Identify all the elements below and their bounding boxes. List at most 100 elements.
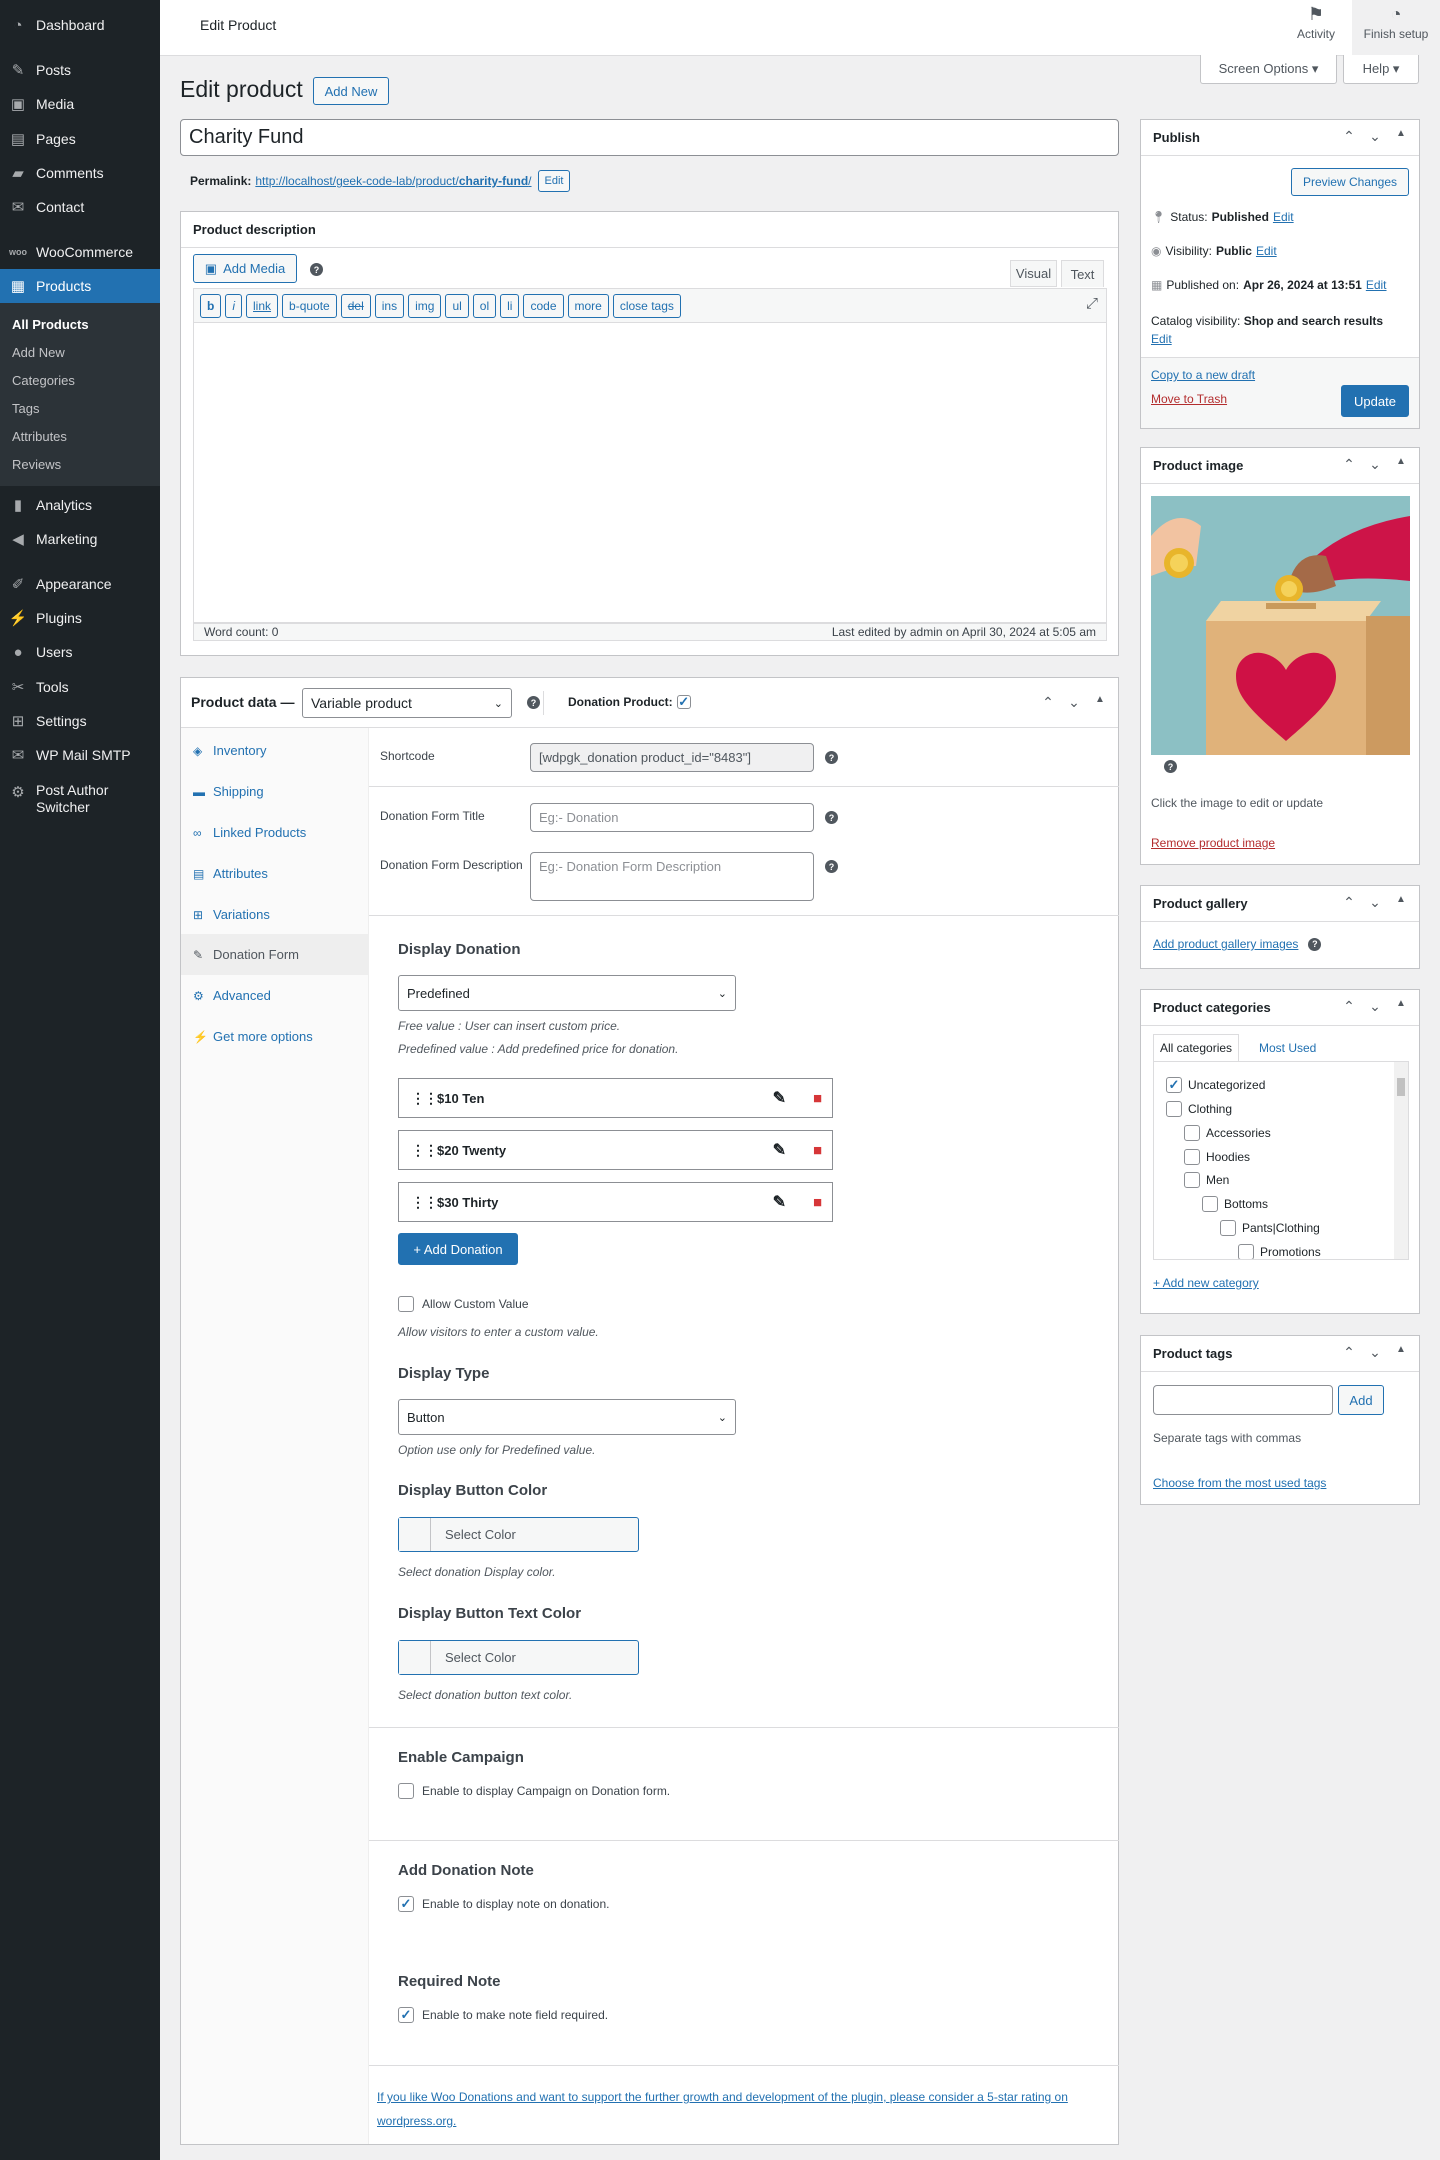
- chevron-up-icon[interactable]: ⌃: [1339, 1344, 1359, 1361]
- sidebar-item-dashboard[interactable]: ◔ Dashboard: [0, 8, 160, 42]
- help-icon[interactable]: ?: [527, 696, 540, 709]
- qt-ul[interactable]: ul: [445, 293, 469, 318]
- chevron-down-icon[interactable]: ⌄: [1365, 894, 1385, 911]
- tab-variations[interactable]: ⊞ Variations: [181, 894, 369, 935]
- submenu-add-new[interactable]: Add New: [12, 345, 65, 360]
- help-icon[interactable]: ?: [1164, 760, 1177, 773]
- sidebar-item-post-author-switcher[interactable]: ⚙ Post Author Switcher: [0, 782, 160, 822]
- move-to-trash-link[interactable]: Move to Trash: [1151, 392, 1227, 406]
- chevron-down-icon[interactable]: ⌄: [1365, 456, 1385, 473]
- qt-i[interactable]: i: [225, 293, 243, 318]
- catalog-edit-link[interactable]: Edit: [1151, 332, 1172, 346]
- sidebar-item-woocommerce[interactable]: woo WooCommerce: [0, 235, 160, 269]
- tab-shipping[interactable]: ▬ Shipping: [181, 771, 369, 812]
- qt-ins[interactable]: ins: [374, 293, 405, 318]
- allow-custom-checkbox[interactable]: [398, 1296, 414, 1312]
- tab-all-categories[interactable]: All categories: [1153, 1034, 1240, 1061]
- help-icon[interactable]: ?: [825, 811, 838, 824]
- sidebar-item-analytics[interactable]: ▮ Analytics: [0, 488, 160, 522]
- add-media-button[interactable]: ▣ Add Media: [193, 254, 297, 283]
- pencil-icon[interactable]: ✎: [773, 1140, 786, 1160]
- permalink-link[interactable]: http://localhost/geek-code-lab/product/c…: [255, 174, 531, 188]
- note-checkbox[interactable]: ✓: [398, 1896, 414, 1912]
- sidebar-item-settings[interactable]: ⊞ Settings: [0, 704, 160, 738]
- tab-inventory[interactable]: ◈ Inventory: [181, 730, 369, 771]
- category-item[interactable]: Pants|Clothing: [1220, 1220, 1320, 1236]
- category-checkbox[interactable]: [1238, 1244, 1254, 1259]
- fullscreen-icon[interactable]: ⤢: [1086, 295, 1098, 312]
- product-image[interactable]: [1151, 496, 1410, 755]
- form-title-input[interactable]: Eg:- Donation: [530, 803, 814, 832]
- qt-del[interactable]: del: [340, 293, 371, 318]
- toggle-arrow-icon[interactable]: ▲: [1090, 694, 1110, 711]
- chevron-up-icon[interactable]: ⌃: [1339, 456, 1359, 473]
- scrollbar[interactable]: [1394, 1062, 1408, 1259]
- sidebar-item-tools[interactable]: ✂ Tools: [0, 670, 160, 704]
- toggle-arrow-icon[interactable]: ▲: [1391, 128, 1411, 145]
- category-item[interactable]: Accessories: [1184, 1125, 1271, 1141]
- drag-handle-icon[interactable]: ⋮⋮: [411, 1195, 438, 1209]
- button-color-picker[interactable]: Select Color: [398, 1517, 639, 1552]
- tab-get-more-options[interactable]: ⚡ Get more options: [181, 1016, 369, 1057]
- chevron-down-icon[interactable]: ⌄: [1365, 998, 1385, 1015]
- sidebar-item-pages[interactable]: ▤ Pages: [0, 122, 160, 156]
- chevron-down-icon[interactable]: ⌄: [1064, 694, 1084, 711]
- description-textarea[interactable]: [193, 323, 1107, 623]
- display-type-select[interactable]: Button ⌄: [398, 1399, 736, 1435]
- qt-close-tags[interactable]: close tags: [612, 293, 681, 318]
- tab-text[interactable]: Text: [1061, 260, 1104, 287]
- tab-advanced[interactable]: ⚙ Advanced: [181, 975, 369, 1016]
- screen-options-button[interactable]: Screen Options ▾: [1200, 55, 1337, 84]
- required-note-checkbox[interactable]: ✓: [398, 2007, 414, 2023]
- tab-donation-form[interactable]: ✎ Donation Form: [181, 934, 369, 975]
- product-type-select[interactable]: Variable product ⌄: [302, 688, 512, 718]
- category-checkbox[interactable]: [1202, 1196, 1218, 1212]
- qt-b[interactable]: b: [200, 293, 222, 318]
- submenu-attributes[interactable]: Attributes: [12, 429, 67, 444]
- submenu-reviews[interactable]: Reviews: [12, 457, 61, 472]
- trash-icon[interactable]: ■: [813, 1142, 822, 1159]
- form-description-textarea[interactable]: Eg:- Donation Form Description: [530, 852, 814, 901]
- copy-draft-link[interactable]: Copy to a new draft: [1151, 368, 1255, 382]
- chevron-up-icon[interactable]: ⌃: [1339, 998, 1359, 1015]
- trash-icon[interactable]: ■: [813, 1090, 822, 1107]
- donation-row[interactable]: ⋮⋮ $10 Ten ✎ ■: [398, 1078, 833, 1118]
- sidebar-item-comments[interactable]: ▰ Comments: [0, 156, 160, 190]
- qt-img[interactable]: img: [408, 293, 442, 318]
- remove-image-link[interactable]: Remove product image: [1151, 836, 1275, 850]
- add-donation-button[interactable]: + Add Donation: [398, 1233, 518, 1265]
- help-icon[interactable]: ?: [310, 263, 323, 276]
- sidebar-item-appearance[interactable]: ✐ Appearance: [0, 567, 160, 601]
- chevron-up-icon[interactable]: ⌃: [1339, 128, 1359, 145]
- toggle-arrow-icon[interactable]: ▲: [1391, 1344, 1411, 1361]
- category-item[interactable]: Bottoms: [1202, 1196, 1268, 1212]
- sidebar-item-plugins[interactable]: ⚡ Plugins: [0, 601, 160, 635]
- rating-link[interactable]: If you like Woo Donations and want to su…: [377, 2085, 1097, 2133]
- toggle-arrow-icon[interactable]: ▲: [1391, 456, 1411, 473]
- activity-button[interactable]: ⚑ Activity: [1280, 4, 1352, 41]
- product-title-input[interactable]: Charity Fund: [180, 119, 1119, 156]
- chevron-up-icon[interactable]: ⌃: [1339, 894, 1359, 911]
- help-icon[interactable]: ?: [1308, 937, 1322, 951]
- qt-li[interactable]: li: [500, 293, 520, 318]
- category-checkbox[interactable]: [1220, 1220, 1236, 1236]
- choose-tags-link[interactable]: Choose from the most used tags: [1153, 1476, 1326, 1490]
- toggle-arrow-icon[interactable]: ▲: [1391, 894, 1411, 911]
- qt-code[interactable]: code: [523, 293, 564, 318]
- add-new-button[interactable]: Add New: [313, 77, 389, 105]
- qt-more[interactable]: more: [567, 293, 609, 318]
- tab-most-used[interactable]: Most Used: [1253, 1034, 1322, 1061]
- trash-icon[interactable]: ■: [813, 1194, 822, 1211]
- drag-handle-icon[interactable]: ⋮⋮: [411, 1091, 438, 1105]
- sidebar-item-wp-mail-smtp[interactable]: ✉ WP Mail SMTP: [0, 738, 160, 772]
- campaign-checkbox[interactable]: [398, 1783, 414, 1799]
- qt-bquote[interactable]: b-quote: [282, 293, 337, 318]
- category-checkbox[interactable]: [1184, 1172, 1200, 1188]
- help-icon[interactable]: ?: [825, 860, 838, 873]
- qt-link[interactable]: link: [246, 293, 279, 318]
- category-checkbox[interactable]: [1184, 1149, 1200, 1165]
- help-icon[interactable]: ?: [825, 751, 838, 764]
- pencil-icon[interactable]: ✎: [773, 1192, 786, 1212]
- button-text-color-picker[interactable]: Select Color: [398, 1640, 639, 1675]
- sidebar-item-media[interactable]: ▣ Media: [0, 87, 160, 121]
